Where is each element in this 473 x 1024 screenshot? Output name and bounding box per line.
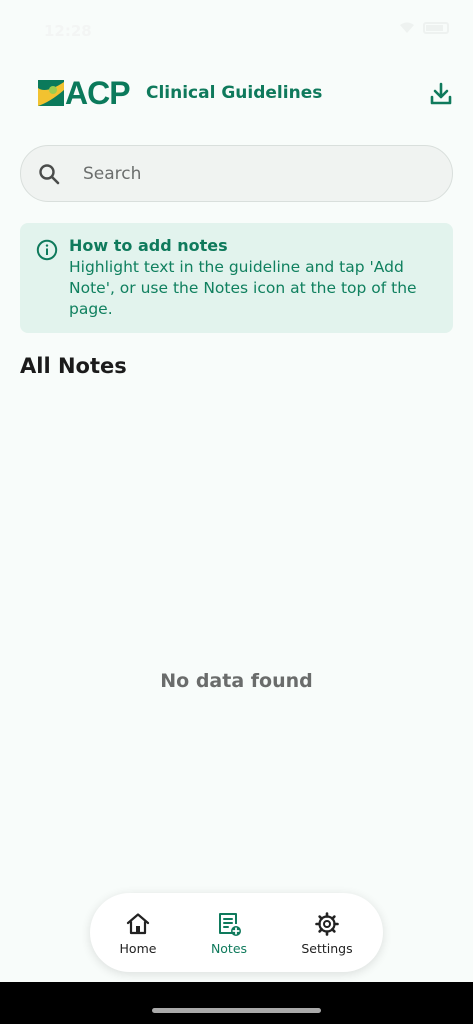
nav-item-notes[interactable]: Notes	[189, 893, 269, 972]
info-card: How to add notes Highlight text in the g…	[20, 223, 453, 333]
notes-screen: 12:28 ACP Clinical Guidelines Search How…	[0, 0, 473, 1024]
status-icons	[399, 22, 449, 34]
info-title: How to add notes	[69, 236, 228, 255]
search-bar[interactable]	[20, 145, 453, 202]
notes-icon	[219, 913, 241, 936]
battery-icon	[423, 22, 449, 34]
search-input[interactable]	[83, 146, 433, 201]
acp-logo-mark	[38, 80, 64, 106]
search-icon	[39, 164, 60, 185]
status-bar: 12:28	[0, 0, 473, 60]
download-icon[interactable]	[427, 80, 455, 108]
all-notes-title: All Notes	[20, 354, 127, 378]
nav-item-home[interactable]: Home	[98, 893, 178, 972]
logo-text: ACP	[65, 75, 131, 111]
app-header: ACP Clinical Guidelines	[0, 70, 473, 118]
header-title: Clinical Guidelines	[146, 83, 323, 103]
bottom-nav: Home Notes Settings	[90, 893, 383, 972]
acp-logo: ACP	[38, 75, 131, 111]
home-icon	[126, 913, 150, 935]
empty-state-message: No data found	[160, 670, 313, 692]
nav-label-settings: Settings	[301, 941, 353, 956]
nav-item-settings[interactable]: Settings	[287, 893, 367, 972]
gear-icon	[315, 912, 339, 936]
status-time: 12:28	[44, 22, 92, 40]
system-navigation-bar	[0, 982, 473, 1024]
info-body: Highlight text in the guideline and tap …	[69, 258, 417, 318]
nav-label-notes: Notes	[210, 941, 248, 956]
home-indicator[interactable]	[152, 1008, 321, 1013]
nav-label-home: Home	[119, 941, 157, 956]
wifi-icon	[400, 22, 414, 33]
info-icon	[36, 239, 58, 261]
